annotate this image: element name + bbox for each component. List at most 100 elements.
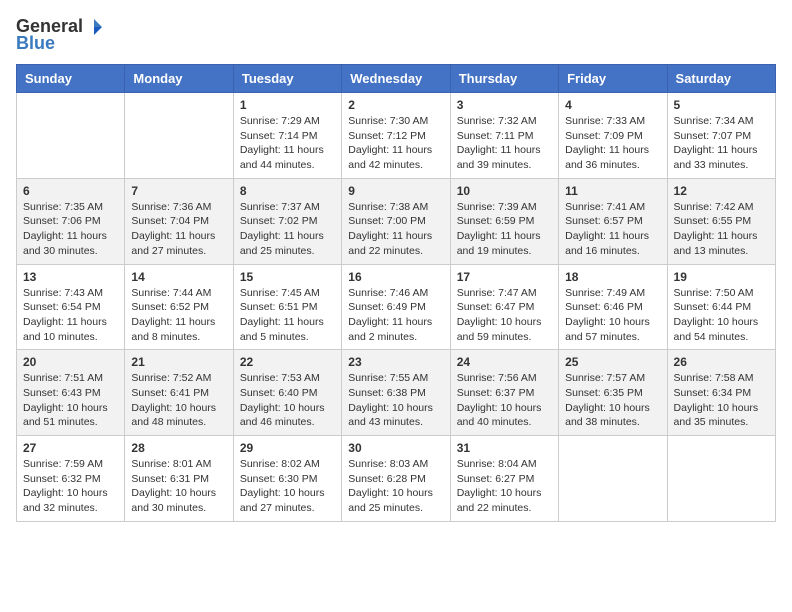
day-content: Sunrise: 7:52 AMSunset: 6:41 PMDaylight:… [131,371,226,430]
day-content: Sunrise: 7:51 AMSunset: 6:43 PMDaylight:… [23,371,118,430]
calendar-cell: 29 Sunrise: 8:02 AMSunset: 6:30 PMDayligh… [233,436,341,522]
day-content: Sunrise: 7:42 AMSunset: 6:55 PMDaylight:… [674,200,769,259]
calendar-cell: 31 Sunrise: 8:04 AMSunset: 6:27 PMDayligh… [450,436,558,522]
calendar-cell: 3 Sunrise: 7:32 AMSunset: 7:11 PMDaylight… [450,93,558,179]
day-number: 13 [23,270,118,284]
calendar-cell: 6 Sunrise: 7:35 AMSunset: 7:06 PMDaylight… [17,178,125,264]
calendar-header-row: SundayMondayTuesdayWednesdayThursdayFrid… [17,65,776,93]
day-number: 7 [131,184,226,198]
calendar-cell: 15 Sunrise: 7:45 AMSunset: 6:51 PMDayligh… [233,264,341,350]
day-content: Sunrise: 7:43 AMSunset: 6:54 PMDaylight:… [23,286,118,345]
calendar-cell: 14 Sunrise: 7:44 AMSunset: 6:52 PMDayligh… [125,264,233,350]
calendar-cell [559,436,667,522]
day-number: 1 [240,98,335,112]
logo: General Blue [16,16,105,54]
day-number: 15 [240,270,335,284]
header-saturday: Saturday [667,65,775,93]
day-number: 9 [348,184,443,198]
day-content: Sunrise: 7:53 AMSunset: 6:40 PMDaylight:… [240,371,335,430]
day-content: Sunrise: 7:37 AMSunset: 7:02 PMDaylight:… [240,200,335,259]
calendar-cell: 28Sunrise: 8:01 AMSunset: 6:31 PMDayligh… [125,436,233,522]
calendar-week-row: 27 Sunrise: 7:59 AMSunset: 6:32 PMDayligh… [17,436,776,522]
calendar-cell: 22 Sunrise: 7:53 AMSunset: 6:40 PMDayligh… [233,350,341,436]
calendar-cell: 1 Sunrise: 7:29 AMSunset: 7:14 PMDaylight… [233,93,341,179]
day-content: Sunrise: 7:55 AMSunset: 6:38 PMDaylight:… [348,371,443,430]
day-number: 22 [240,355,335,369]
day-content: Sunrise: 7:56 AMSunset: 6:37 PMDaylight:… [457,371,552,430]
header-monday: Monday [125,65,233,93]
calendar-cell: 5Sunrise: 7:34 AMSunset: 7:07 PMDaylight… [667,93,775,179]
day-number: 3 [457,98,552,112]
day-content: Sunrise: 7:33 AMSunset: 7:09 PMDaylight:… [565,114,660,173]
day-number: 12 [674,184,769,198]
day-number: 23 [348,355,443,369]
day-number: 17 [457,270,552,284]
day-number: 10 [457,184,552,198]
day-content: Sunrise: 7:35 AMSunset: 7:06 PMDaylight:… [23,200,118,259]
calendar-cell: 11 Sunrise: 7:41 AMSunset: 6:57 PMDayligh… [559,178,667,264]
day-content: Sunrise: 7:30 AMSunset: 7:12 PMDaylight:… [348,114,443,173]
day-content: Sunrise: 7:32 AMSunset: 7:11 PMDaylight:… [457,114,552,173]
day-content: Sunrise: 7:45 AMSunset: 6:51 PMDaylight:… [240,286,335,345]
calendar-cell: 13 Sunrise: 7:43 AMSunset: 6:54 PMDayligh… [17,264,125,350]
calendar-cell: 7Sunrise: 7:36 AMSunset: 7:04 PMDaylight… [125,178,233,264]
day-number: 14 [131,270,226,284]
calendar-cell: 4 Sunrise: 7:33 AMSunset: 7:09 PMDaylight… [559,93,667,179]
calendar-week-row: 13 Sunrise: 7:43 AMSunset: 6:54 PMDayligh… [17,264,776,350]
day-number: 29 [240,441,335,455]
day-number: 28 [131,441,226,455]
day-content: Sunrise: 8:04 AMSunset: 6:27 PMDaylight:… [457,457,552,516]
calendar-cell: 16 Sunrise: 7:46 AMSunset: 6:49 PMDayligh… [342,264,450,350]
day-content: Sunrise: 7:49 AMSunset: 6:46 PMDaylight:… [565,286,660,345]
header-friday: Friday [559,65,667,93]
header-thursday: Thursday [450,65,558,93]
calendar-cell: 20 Sunrise: 7:51 AMSunset: 6:43 PMDayligh… [17,350,125,436]
calendar-week-row: 6 Sunrise: 7:35 AMSunset: 7:06 PMDaylight… [17,178,776,264]
calendar-cell: 17 Sunrise: 7:47 AMSunset: 6:47 PMDayligh… [450,264,558,350]
day-number: 4 [565,98,660,112]
calendar-cell [667,436,775,522]
day-content: Sunrise: 8:02 AMSunset: 6:30 PMDaylight:… [240,457,335,516]
logo-flag-icon [84,17,104,37]
day-content: Sunrise: 8:03 AMSunset: 6:28 PMDaylight:… [348,457,443,516]
calendar-cell: 27 Sunrise: 7:59 AMSunset: 6:32 PMDayligh… [17,436,125,522]
day-number: 2 [348,98,443,112]
day-number: 11 [565,184,660,198]
day-content: Sunrise: 7:44 AMSunset: 6:52 PMDaylight:… [131,286,226,345]
day-content: Sunrise: 7:41 AMSunset: 6:57 PMDaylight:… [565,200,660,259]
header-sunday: Sunday [17,65,125,93]
calendar-cell: 9 Sunrise: 7:38 AMSunset: 7:00 PMDaylight… [342,178,450,264]
day-content: Sunrise: 7:59 AMSunset: 6:32 PMDaylight:… [23,457,118,516]
calendar-cell: 30Sunrise: 8:03 AMSunset: 6:28 PMDayligh… [342,436,450,522]
day-number: 25 [565,355,660,369]
day-number: 16 [348,270,443,284]
day-number: 31 [457,441,552,455]
day-number: 8 [240,184,335,198]
calendar-cell [17,93,125,179]
day-content: Sunrise: 7:58 AMSunset: 6:34 PMDaylight:… [674,371,769,430]
day-content: Sunrise: 7:46 AMSunset: 6:49 PMDaylight:… [348,286,443,345]
calendar-cell: 24Sunrise: 7:56 AMSunset: 6:37 PMDayligh… [450,350,558,436]
day-number: 21 [131,355,226,369]
day-number: 6 [23,184,118,198]
calendar-cell: 23 Sunrise: 7:55 AMSunset: 6:38 PMDayligh… [342,350,450,436]
day-content: Sunrise: 7:38 AMSunset: 7:00 PMDaylight:… [348,200,443,259]
day-content: Sunrise: 7:39 AMSunset: 6:59 PMDaylight:… [457,200,552,259]
day-number: 5 [674,98,769,112]
day-number: 27 [23,441,118,455]
day-number: 20 [23,355,118,369]
logo-blue-text: Blue [16,33,55,54]
calendar-cell: 18 Sunrise: 7:49 AMSunset: 6:46 PMDayligh… [559,264,667,350]
day-number: 18 [565,270,660,284]
calendar-cell: 26Sunrise: 7:58 AMSunset: 6:34 PMDayligh… [667,350,775,436]
calendar-cell [125,93,233,179]
calendar-cell: 21 Sunrise: 7:52 AMSunset: 6:41 PMDayligh… [125,350,233,436]
calendar-cell: 2 Sunrise: 7:30 AMSunset: 7:12 PMDaylight… [342,93,450,179]
header-wednesday: Wednesday [342,65,450,93]
calendar-cell: 19Sunrise: 7:50 AMSunset: 6:44 PMDayligh… [667,264,775,350]
calendar-cell: 10 Sunrise: 7:39 AMSunset: 6:59 PMDayligh… [450,178,558,264]
day-content: Sunrise: 7:29 AMSunset: 7:14 PMDaylight:… [240,114,335,173]
calendar-week-row: 20 Sunrise: 7:51 AMSunset: 6:43 PMDayligh… [17,350,776,436]
calendar-cell: 8 Sunrise: 7:37 AMSunset: 7:02 PMDaylight… [233,178,341,264]
day-content: Sunrise: 7:47 AMSunset: 6:47 PMDaylight:… [457,286,552,345]
